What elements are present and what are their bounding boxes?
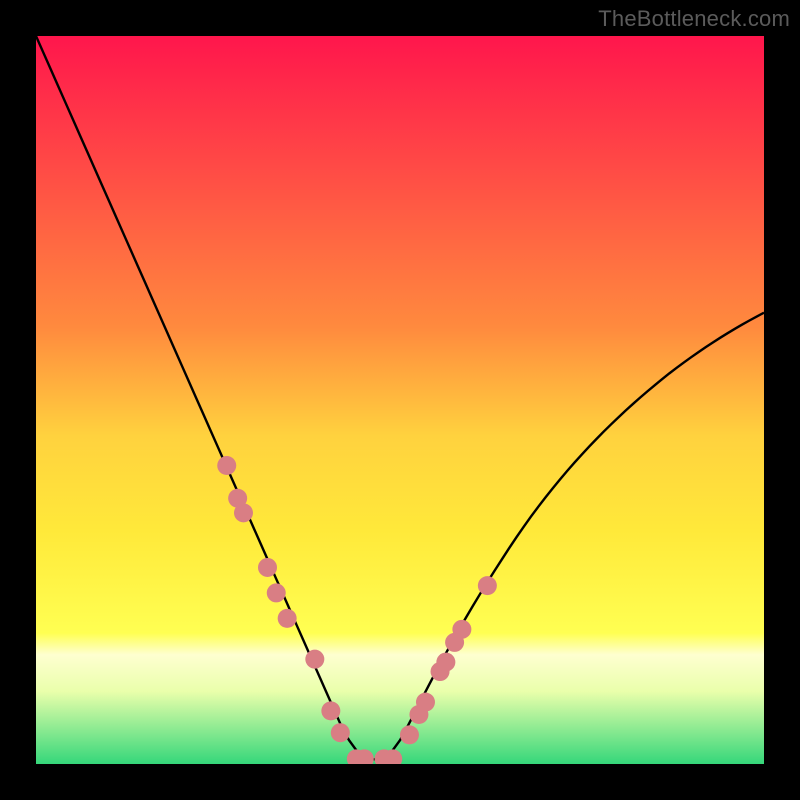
sample-point	[400, 725, 419, 744]
sample-point	[305, 650, 324, 669]
sample-point	[478, 576, 497, 595]
gradient-background	[36, 36, 764, 764]
plot-area	[36, 36, 764, 764]
sample-point	[436, 653, 455, 672]
sample-point	[234, 503, 253, 522]
sample-point	[258, 558, 277, 577]
watermark: TheBottleneck.com	[598, 6, 790, 32]
sample-point	[267, 583, 286, 602]
sample-point	[416, 693, 435, 712]
chart-container: TheBottleneck.com	[0, 0, 800, 800]
sample-point	[321, 701, 340, 720]
sample-point	[278, 609, 297, 628]
sample-point	[331, 723, 350, 742]
plot-svg	[36, 36, 764, 764]
sample-point	[217, 456, 236, 475]
sample-point	[452, 620, 471, 639]
